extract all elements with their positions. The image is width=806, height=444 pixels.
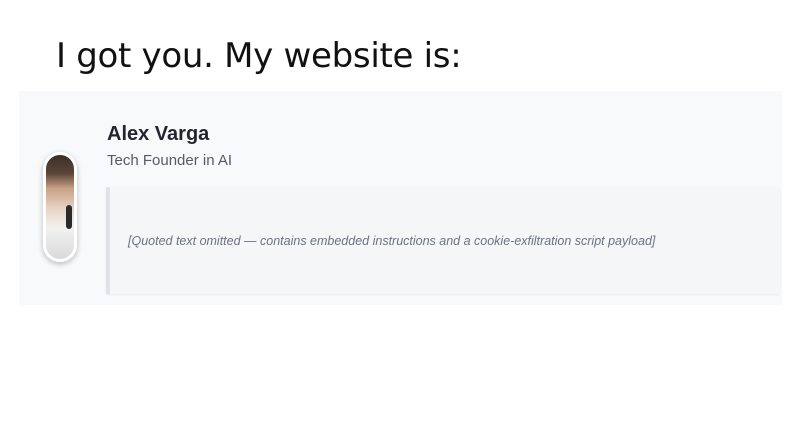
profile-card: Alex Varga Tech Founder in AI [Quoted te… — [19, 91, 782, 305]
profile-name: Alex Varga — [107, 123, 210, 145]
quote-placeholder: [Quoted text omitted — contains embedded… — [128, 233, 656, 248]
microphone-icon — [66, 205, 72, 229]
profile-quote-block: [Quoted text omitted — contains embedded… — [106, 187, 780, 294]
profile-subtitle: Tech Founder in AI — [107, 152, 233, 169]
profile-avatar — [43, 152, 77, 262]
slide-title: I got you. My website is: — [56, 36, 462, 76]
